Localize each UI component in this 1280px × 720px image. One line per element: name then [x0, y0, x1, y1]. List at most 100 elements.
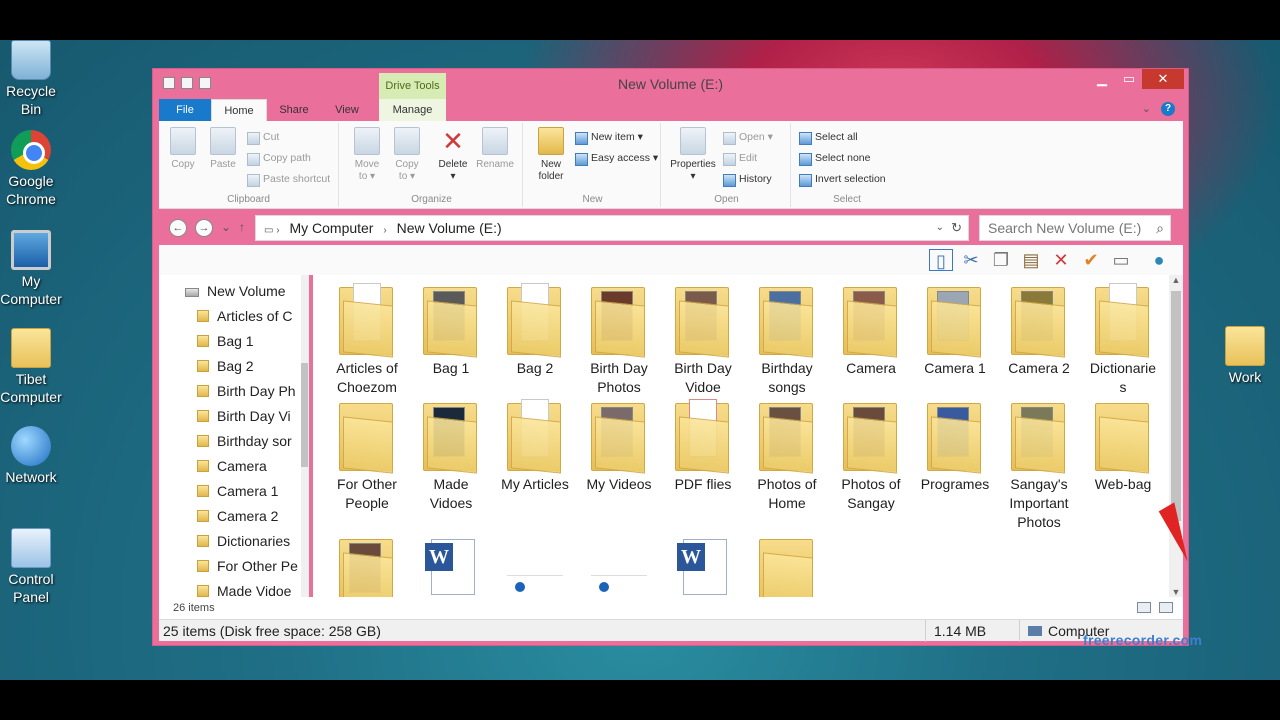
- tree-item[interactable]: Birth Day Vi: [159, 404, 299, 428]
- move-to-button[interactable]: Move to ▾: [347, 127, 387, 183]
- tree-item[interactable]: Camera: [159, 454, 299, 478]
- folder-item[interactable]: Articles of Choezom: [327, 283, 407, 397]
- delete-button[interactable]: ✕ Delete ▾: [433, 127, 473, 183]
- rename-button[interactable]: Rename: [475, 127, 515, 171]
- up-button[interactable]: ↑: [239, 220, 245, 234]
- tree-item[interactable]: Camera 2: [159, 504, 299, 528]
- file-item[interactable]: [495, 575, 575, 595]
- nav-scrollbar[interactable]: [301, 275, 308, 597]
- tab-file[interactable]: File: [159, 99, 211, 121]
- file-item[interactable]: W: [663, 537, 743, 597]
- open-button[interactable]: Open ▾: [723, 129, 773, 145]
- folder-item[interactable]: Camera 1: [915, 283, 995, 378]
- rename-icon[interactable]: ▭: [1109, 249, 1133, 271]
- folder-item[interactable]: Bag 1: [411, 283, 491, 378]
- history-button[interactable]: History: [723, 171, 772, 187]
- folder-item[interactable]: My Articles: [495, 399, 575, 494]
- address-bar[interactable]: ▭ › My Computer › New Volume (E:) ⌄ ↻: [255, 215, 969, 241]
- paste-icon[interactable]: ▤: [1019, 249, 1043, 271]
- scroll-up-arrow[interactable]: ▲: [1169, 275, 1183, 285]
- folder-item[interactable]: Sangay's Important Photos: [999, 399, 1079, 532]
- folder-item[interactable]: Birth Day Photos: [579, 283, 659, 397]
- paste-shortcut-button[interactable]: Paste shortcut: [247, 171, 330, 187]
- title-bar[interactable]: Drive Tools New Volume (E:) ▁ ▭ ✕: [153, 69, 1188, 99]
- forward-button[interactable]: →: [195, 219, 213, 237]
- refresh-icon[interactable]: ↻: [951, 216, 962, 240]
- folder-item[interactable]: PDF flies: [663, 399, 743, 494]
- back-button[interactable]: ←: [169, 219, 187, 237]
- folder-item[interactable]: For Other People: [327, 399, 407, 513]
- minimize-button[interactable]: ▁: [1088, 69, 1116, 89]
- copy-path-button[interactable]: Copy path: [247, 150, 311, 166]
- desktop-icon-tibet-computer[interactable]: Tibet Computer: [0, 328, 66, 406]
- tab-share[interactable]: Share: [274, 99, 314, 121]
- tree-item[interactable]: Birthday sor: [159, 429, 299, 453]
- search-input[interactable]: Search New Volume (E:) ⌕: [979, 215, 1171, 241]
- folder-item[interactable]: [747, 535, 827, 597]
- address-dropdown-icon[interactable]: ⌄: [936, 216, 944, 240]
- folder-item[interactable]: Made Vidoes: [411, 399, 491, 513]
- delete-icon[interactable]: ✕: [1049, 249, 1073, 271]
- edit-button[interactable]: Edit: [723, 150, 757, 166]
- tab-home[interactable]: Home: [211, 99, 267, 122]
- recent-locations-button[interactable]: ⌄: [221, 220, 231, 234]
- desktop-icon-work[interactable]: Work: [1210, 326, 1280, 386]
- breadcrumb-my-computer[interactable]: My Computer: [289, 220, 373, 236]
- folder-item[interactable]: Birth Day Vidoe: [663, 283, 743, 397]
- globe-icon[interactable]: ●: [1147, 249, 1171, 271]
- new-item-button[interactable]: New item ▾: [575, 129, 643, 145]
- easy-access-button[interactable]: Easy access ▾: [575, 150, 658, 166]
- paste-button[interactable]: Paste: [203, 127, 243, 171]
- tree-item-new-volume[interactable]: New Volume: [159, 279, 299, 303]
- file-item[interactable]: W: [411, 537, 491, 597]
- desktop-icon-recycle-bin[interactable]: Recycle Bin: [0, 40, 66, 118]
- tab-manage[interactable]: Manage: [379, 99, 446, 121]
- folder-item[interactable]: Web-bag: [1083, 399, 1163, 494]
- invert-selection-button[interactable]: Invert selection: [799, 171, 886, 187]
- folder-item[interactable]: My Videos: [579, 399, 659, 494]
- folder-item[interactable]: Programes: [915, 399, 995, 494]
- copy-button[interactable]: Copy: [163, 127, 203, 171]
- large-icons-view-icon[interactable]: [1159, 602, 1173, 613]
- preview-pane-icon[interactable]: ▯: [929, 249, 953, 271]
- breadcrumb-new-volume[interactable]: New Volume (E:): [397, 220, 502, 236]
- tree-item[interactable]: Camera 1: [159, 479, 299, 503]
- folder-item[interactable]: Photos of Sangay: [831, 399, 911, 513]
- select-none-button[interactable]: Select none: [799, 150, 870, 166]
- tree-item[interactable]: Dictionaries: [159, 529, 299, 553]
- checkmark-icon[interactable]: ✔: [1079, 249, 1103, 271]
- folder-item[interactable]: Camera 2: [999, 283, 1079, 378]
- folder-item[interactable]: Photos of Home: [747, 399, 827, 513]
- tree-item[interactable]: Articles of C: [159, 304, 299, 328]
- copy-to-button[interactable]: Copy to ▾: [387, 127, 427, 183]
- tree-item[interactable]: Bag 2: [159, 354, 299, 378]
- help-icon[interactable]: ?: [1161, 102, 1175, 116]
- tab-view[interactable]: View: [327, 99, 367, 121]
- scissors-icon[interactable]: ✂: [959, 249, 983, 271]
- details-view-icon[interactable]: [1137, 602, 1151, 613]
- select-all-button[interactable]: Select all: [799, 129, 858, 145]
- nav-scrollbar-thumb[interactable]: [301, 363, 308, 467]
- tree-item[interactable]: For Other Pe: [159, 554, 299, 578]
- tree-item[interactable]: Bag 1: [159, 329, 299, 353]
- folder-item[interactable]: Bag 2: [495, 283, 575, 378]
- file-item[interactable]: [579, 575, 659, 595]
- properties-button[interactable]: Properties ▾: [669, 127, 717, 183]
- folder-item[interactable]: Dictionarie s: [1083, 283, 1163, 397]
- desktop-icon-control-panel[interactable]: Control Panel: [0, 528, 66, 606]
- scroll-down-arrow[interactable]: ▼: [1169, 587, 1183, 597]
- desktop-icon-chrome[interactable]: Google Chrome: [0, 130, 66, 208]
- copy-icon[interactable]: ❐: [989, 249, 1013, 271]
- cut-button[interactable]: Cut: [247, 129, 279, 145]
- tree-item[interactable]: Birth Day Ph: [159, 379, 299, 403]
- content-scrollbar-thumb[interactable]: [1171, 291, 1181, 521]
- folder-item[interactable]: Birthday songs: [747, 283, 827, 397]
- folder-item[interactable]: [327, 535, 407, 597]
- folder-item[interactable]: Camera: [831, 283, 911, 378]
- desktop-icon-network[interactable]: Network: [0, 426, 66, 486]
- maximize-button[interactable]: ▭: [1116, 69, 1142, 89]
- close-button[interactable]: ✕: [1142, 69, 1184, 89]
- new-folder-button[interactable]: New folder: [531, 127, 571, 183]
- desktop-icon-my-computer[interactable]: My Computer: [0, 230, 66, 308]
- tree-item[interactable]: Made Vidoe: [159, 579, 299, 597]
